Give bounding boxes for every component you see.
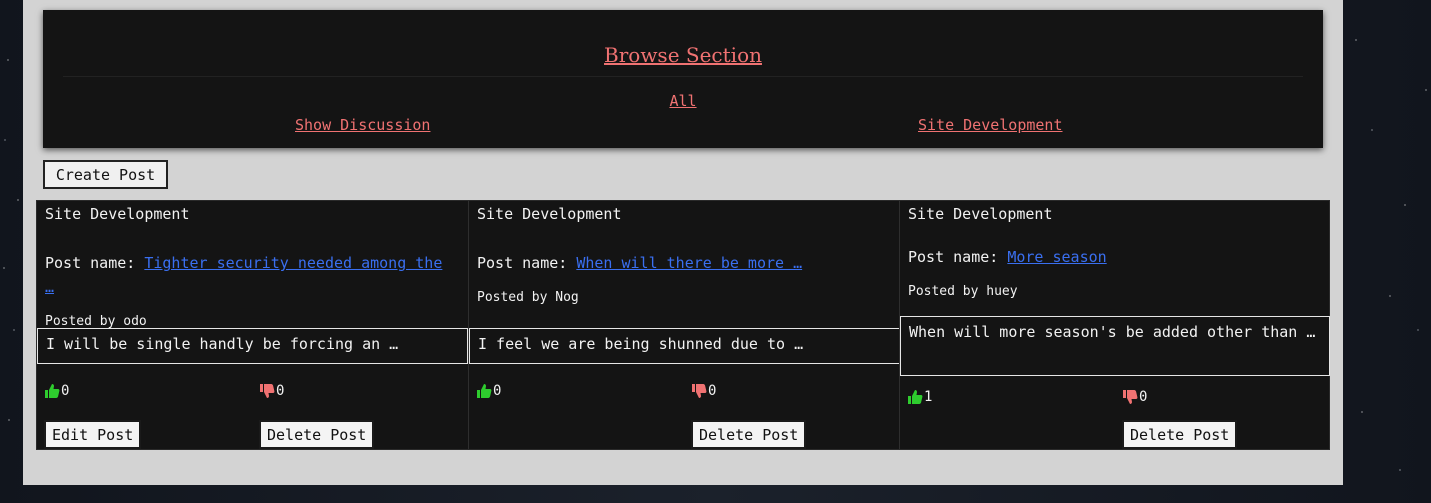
category-show-discussion-link[interactable]: Show Discussion <box>295 116 430 134</box>
like-vote[interactable]: 1 <box>907 389 932 405</box>
post-category: Site Development <box>477 205 622 223</box>
like-count: 0 <box>61 383 70 399</box>
post-author: Posted by odo <box>45 314 147 329</box>
delete-post-button[interactable]: Delete Post <box>259 420 375 449</box>
post-card: Site Development Post name: More season … <box>899 201 1330 449</box>
delete-post-button[interactable]: Delete Post <box>691 420 807 449</box>
post-name-link[interactable]: More season <box>1007 248 1106 266</box>
post-category: Site Development <box>45 205 190 223</box>
like-vote[interactable]: 0 <box>476 383 501 399</box>
dislike-count: 0 <box>1139 389 1148 405</box>
post-author: Posted by Nog <box>477 290 579 305</box>
thumbs-up-icon[interactable] <box>44 383 60 399</box>
like-count: 0 <box>493 383 502 399</box>
post-name-row: Post name: Tighter security needed among… <box>45 251 455 299</box>
edit-post-button[interactable]: Edit Post <box>44 420 142 449</box>
post-name-row: Post name: More season <box>908 245 1318 269</box>
thumbs-down-icon[interactable] <box>1122 389 1138 405</box>
post-card: Site Development Post name: When will th… <box>468 201 900 449</box>
delete-post-button[interactable]: Delete Post <box>1122 420 1238 449</box>
category-site-development-link[interactable]: Site Development <box>918 116 1063 134</box>
browse-divider <box>63 76 1303 77</box>
post-name-label: Post name: <box>45 254 136 272</box>
thumbs-down-icon[interactable] <box>259 383 275 399</box>
post-name-label: Post name: <box>908 248 999 266</box>
post-card: Site Development Post name: Tighter secu… <box>37 201 468 449</box>
like-count: 1 <box>924 389 933 405</box>
browse-section: Browse Section All Show Discussion Site … <box>43 10 1323 148</box>
thumbs-down-icon[interactable] <box>691 383 707 399</box>
page-container: Browse Section All Show Discussion Site … <box>23 0 1343 485</box>
browse-section-title[interactable]: Browse Section <box>43 43 1323 67</box>
dislike-count: 0 <box>276 383 285 399</box>
post-excerpt: I feel we are being shunned due to … <box>469 328 900 364</box>
post-name-row: Post name: When will there be more … <box>477 251 887 275</box>
posts-grid: Site Development Post name: Tighter secu… <box>36 200 1330 450</box>
thumbs-up-icon[interactable] <box>907 389 923 405</box>
category-all-link[interactable]: All <box>43 92 1323 110</box>
post-author: Posted by huey <box>908 284 1018 299</box>
dislike-vote[interactable]: 0 <box>1122 389 1147 405</box>
dislike-vote[interactable]: 0 <box>691 383 716 399</box>
post-excerpt: When will more season's be added other t… <box>900 316 1330 376</box>
like-vote[interactable]: 0 <box>44 383 69 399</box>
thumbs-up-icon[interactable] <box>476 383 492 399</box>
post-name-label: Post name: <box>477 254 568 272</box>
dislike-count: 0 <box>708 383 717 399</box>
post-excerpt: I will be single handly be forcing an … <box>37 328 468 364</box>
post-category: Site Development <box>908 205 1053 223</box>
create-post-button[interactable]: Create Post <box>43 160 168 189</box>
dislike-vote[interactable]: 0 <box>259 383 284 399</box>
post-name-link[interactable]: When will there be more … <box>576 254 802 272</box>
